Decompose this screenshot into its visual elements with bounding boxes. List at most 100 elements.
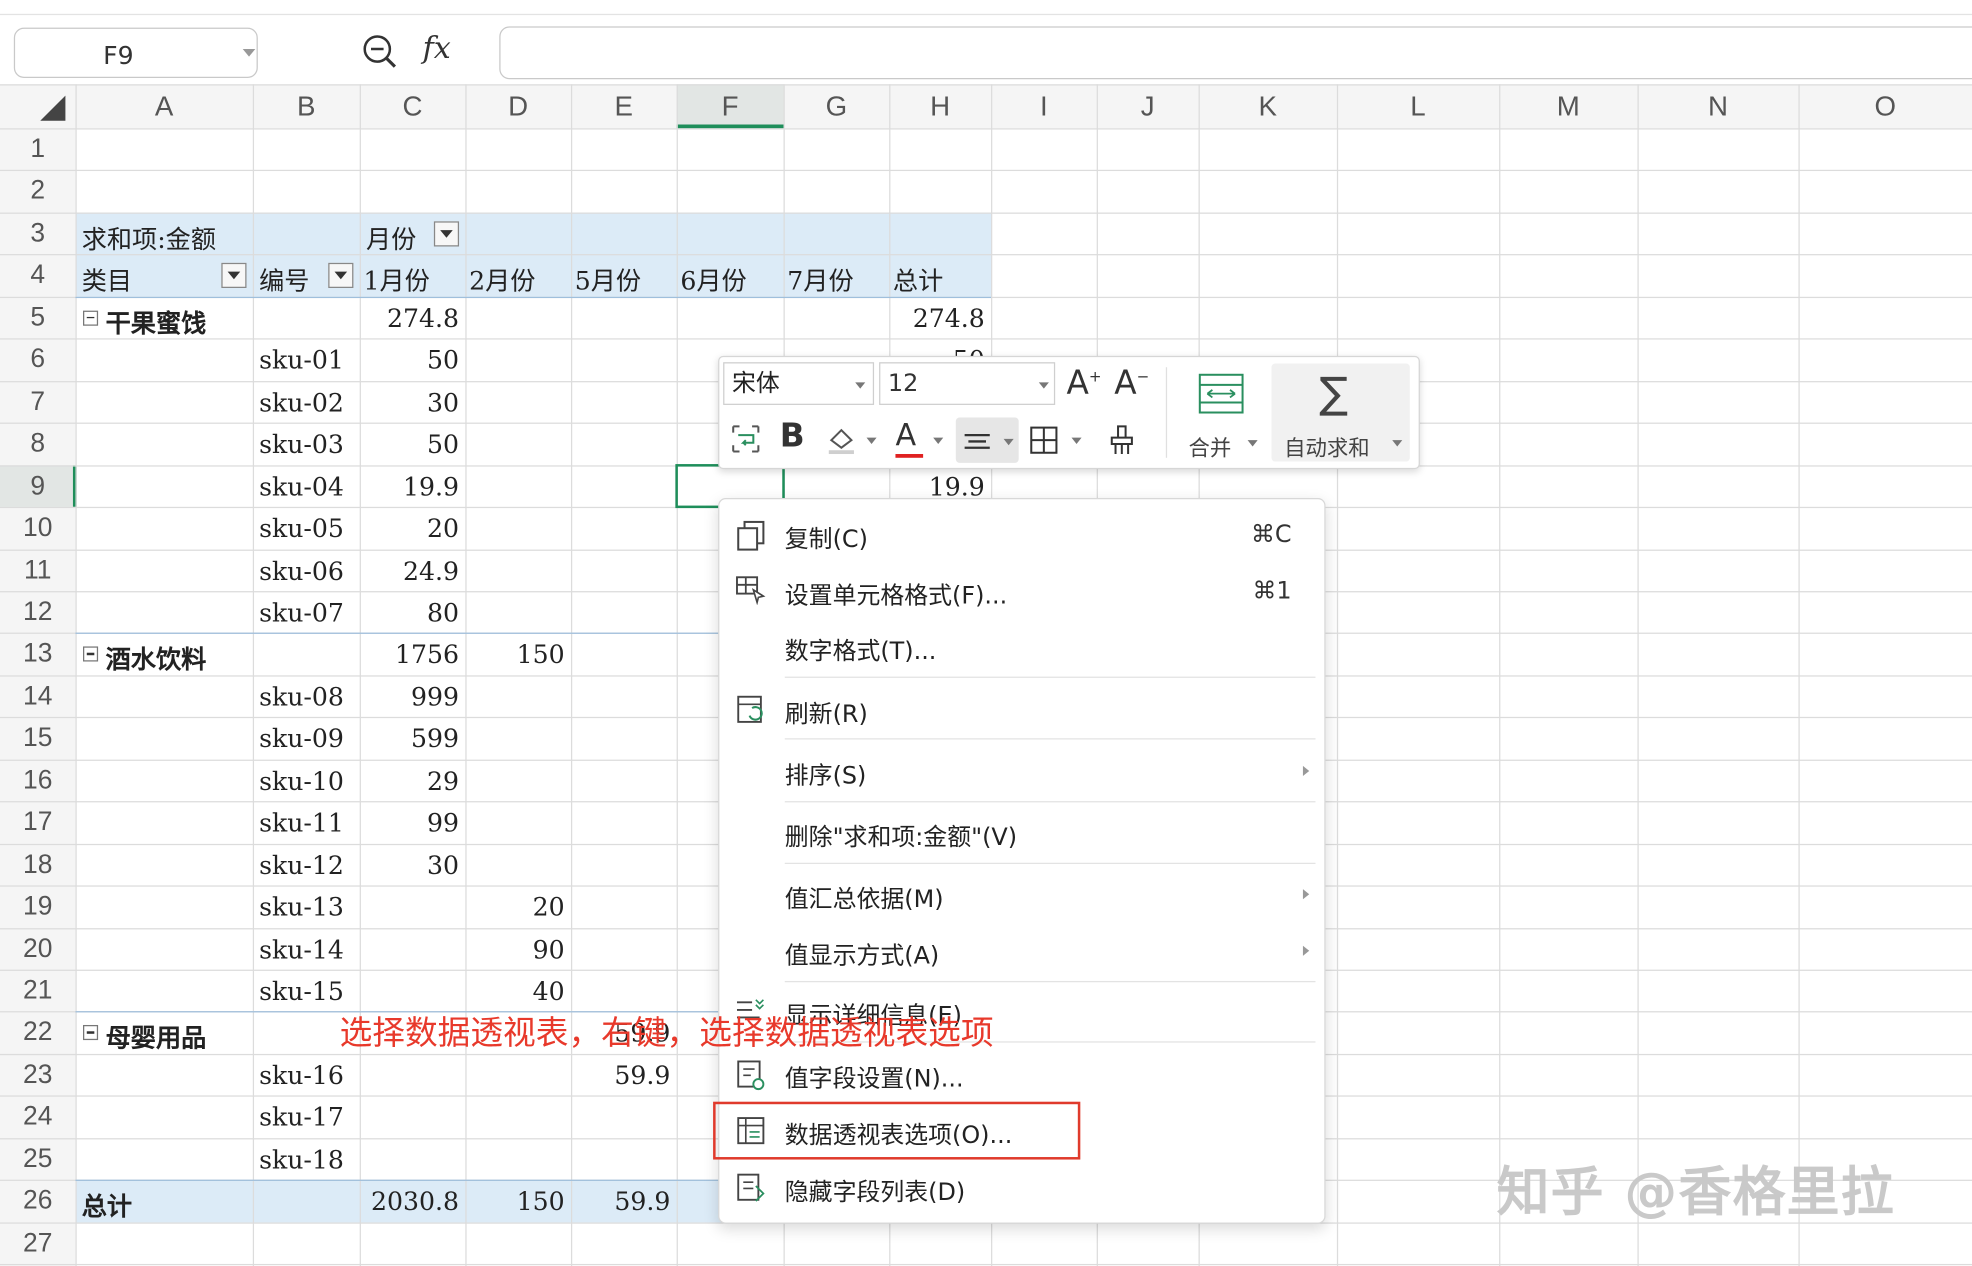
pivot-value[interactable]: 999: [360, 681, 459, 711]
pivot-value[interactable]: 30: [360, 387, 459, 417]
pivot-sku-label[interactable]: sku-16: [259, 1060, 344, 1090]
row-header-5[interactable]: 5: [0, 297, 75, 339]
pivot-value-field-label[interactable]: 求和项:金额: [82, 219, 216, 255]
row-header-1[interactable]: 1: [0, 128, 75, 170]
pivot-sku-label[interactable]: sku-18: [259, 1144, 344, 1174]
pivot-grand-total-label[interactable]: 总计: [82, 1186, 132, 1222]
pivot-value[interactable]: 150: [465, 1186, 564, 1216]
pivot-value[interactable]: 1756: [360, 639, 459, 669]
pivot-column-header[interactable]: 5月份: [575, 261, 641, 297]
row-header-4[interactable]: 4: [0, 254, 75, 296]
column-header-a[interactable]: A: [75, 84, 252, 128]
column-header-l[interactable]: L: [1337, 84, 1499, 128]
row-header-14[interactable]: 14: [0, 675, 75, 717]
row-header-20[interactable]: 20: [0, 928, 75, 970]
chevron-down-icon[interactable]: [933, 438, 943, 444]
font-name-select[interactable]: 宋体: [723, 362, 874, 405]
menu-item-copy[interactable]: 复制(C): [785, 521, 868, 555]
align-button[interactable]: [956, 418, 1019, 463]
bold-icon[interactable]: B: [780, 418, 805, 456]
menu-item-format-cells[interactable]: 设置单元格格式(F)...: [785, 577, 1007, 611]
merge-cells-icon[interactable]: [1197, 372, 1245, 415]
menu-item-summarize-by[interactable]: 值汇总依据(M): [785, 880, 944, 914]
chevron-down-icon[interactable]: [855, 382, 865, 388]
row-header-3[interactable]: 3: [0, 212, 75, 254]
pivot-sku-label[interactable]: sku-13: [259, 892, 344, 922]
column-header-m[interactable]: M: [1499, 84, 1637, 128]
collapse-icon[interactable]: [83, 647, 98, 662]
column-header-o[interactable]: O: [1798, 84, 1972, 128]
row-header-7[interactable]: 7: [0, 381, 75, 423]
column-header-b[interactable]: B: [253, 84, 360, 128]
fill-color-icon[interactable]: [825, 423, 858, 456]
menu-item-value-field-settings[interactable]: 值字段设置(N)...: [785, 1060, 964, 1094]
menu-item-refresh[interactable]: 刷新(R): [785, 695, 868, 729]
row-header-18[interactable]: 18: [0, 843, 75, 885]
collapse-icon[interactable]: [83, 1026, 98, 1041]
fx-icon[interactable]: fx: [423, 30, 451, 65]
grow-font-icon[interactable]: A+: [1066, 365, 1101, 403]
row-header-19[interactable]: 19: [0, 886, 75, 928]
chevron-down-icon[interactable]: [1392, 440, 1402, 446]
pivot-sku-label[interactable]: sku-06: [259, 555, 344, 585]
chevron-down-icon[interactable]: [1072, 438, 1082, 444]
column-header-c[interactable]: C: [360, 84, 466, 128]
row-header-10[interactable]: 10: [0, 507, 75, 549]
pivot-value[interactable]: 599: [360, 724, 459, 754]
pivot-value[interactable]: 50: [360, 429, 459, 459]
row-header-27[interactable]: 27: [0, 1222, 75, 1264]
column-header-i[interactable]: I: [991, 84, 1097, 128]
menu-item-number-format[interactable]: 数字格式(T)...: [785, 633, 937, 667]
pivot-sku-label[interactable]: sku-11: [259, 808, 344, 838]
pivot-value[interactable]: 2030.8: [360, 1186, 459, 1216]
column-header-e[interactable]: E: [571, 84, 677, 128]
column-header-j[interactable]: J: [1097, 84, 1199, 128]
shrink-font-icon[interactable]: A−: [1114, 365, 1149, 403]
border-icon[interactable]: [1029, 425, 1059, 455]
pivot-group-label[interactable]: 酒水饮料: [106, 639, 207, 675]
chevron-down-icon[interactable]: [1039, 382, 1049, 388]
collapse-icon[interactable]: [83, 310, 98, 325]
row-header-13[interactable]: 13: [0, 633, 75, 675]
pivot-sku-label[interactable]: sku-12: [259, 850, 344, 880]
pivot-column-header[interactable]: 6月份: [680, 261, 746, 297]
menu-item-hide-field-list[interactable]: 隐藏字段列表(D): [785, 1173, 965, 1207]
pivot-value[interactable]: 59.9: [571, 1060, 670, 1090]
row-header-15[interactable]: 15: [0, 717, 75, 759]
pivot-value[interactable]: 40: [465, 976, 564, 1006]
formula-input[interactable]: [499, 26, 1972, 79]
menu-item-show-values-as[interactable]: 值显示方式(A): [785, 937, 939, 971]
pivot-column-header[interactable]: 1月份: [363, 261, 429, 297]
autosum-button[interactable]: ∑ 自动求和: [1271, 363, 1409, 461]
row-header-26[interactable]: 26: [0, 1180, 75, 1222]
chevron-down-icon[interactable]: [867, 438, 877, 444]
row-header-17[interactable]: 17: [0, 801, 75, 843]
pivot-value[interactable]: 30: [360, 850, 459, 880]
column-header-n[interactable]: N: [1637, 84, 1798, 128]
pivot-value[interactable]: 90: [465, 934, 564, 964]
pivot-column-header[interactable]: 7月份: [787, 261, 853, 297]
pivot-value[interactable]: 99: [360, 808, 459, 838]
column-header-d[interactable]: D: [465, 84, 571, 128]
pivot-value[interactable]: 20: [360, 513, 459, 543]
pivot-sku-label[interactable]: sku-01: [259, 345, 344, 375]
row-header-6[interactable]: 6: [0, 339, 75, 381]
pivot-value[interactable]: 24.9: [360, 555, 459, 585]
pivot-group-label[interactable]: 干果蜜饯: [106, 303, 207, 339]
row-header-25[interactable]: 25: [0, 1138, 75, 1180]
pivot-column-header[interactable]: 总计: [893, 261, 943, 297]
pivot-sku-label[interactable]: sku-02: [259, 387, 344, 417]
pivot-total-value[interactable]: 19.9: [889, 471, 985, 501]
pivot-value[interactable]: 19.9: [360, 471, 459, 501]
pivot-sku-label[interactable]: sku-10: [259, 766, 344, 796]
pivot-total-value[interactable]: 274.8: [889, 303, 985, 333]
row-header-24[interactable]: 24: [0, 1096, 75, 1138]
pivot-value[interactable]: 29: [360, 766, 459, 796]
name-box[interactable]: F9: [14, 28, 258, 78]
pivot-column-field-label[interactable]: 月份: [366, 219, 416, 255]
pivot-row-field2-label[interactable]: 编号: [259, 261, 309, 297]
pivot-sku-label[interactable]: sku-03: [259, 429, 344, 459]
pivot-sku-label[interactable]: sku-15: [259, 976, 344, 1006]
pivot-value[interactable]: 80: [360, 597, 459, 627]
merge-label[interactable]: 合并: [1188, 430, 1231, 461]
